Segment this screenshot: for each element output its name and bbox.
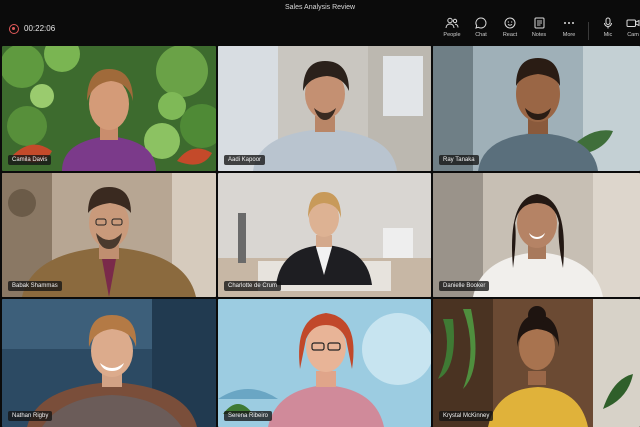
mic-icon: [603, 17, 613, 29]
video-feed-danielle: [433, 173, 640, 297]
toolbar-divider: [588, 22, 589, 40]
more-icon: [563, 17, 575, 29]
mic-button-label: Mic: [603, 32, 613, 38]
notes-icon: [534, 17, 545, 29]
people-button-label: People: [443, 32, 461, 38]
video-feed-babak: [2, 173, 216, 297]
participant-tile[interactable]: Nathan Rigby: [2, 299, 216, 427]
participant-name: Aadi Kapoor: [224, 155, 266, 165]
more-button-label: More: [562, 32, 576, 38]
chat-button[interactable]: Chat: [469, 17, 493, 38]
mic-button[interactable]: Mic: [596, 17, 620, 38]
participant-name: Serena Ribeiro: [224, 411, 273, 421]
chat-button-label: Chat: [475, 32, 487, 38]
more-button[interactable]: More: [557, 17, 581, 38]
participant-tile[interactable]: Charlotte de Crum: [218, 173, 431, 297]
participant-name: Camila Davis: [8, 155, 52, 165]
participant-name: Charlotte de Crum: [224, 281, 282, 291]
avatar-video-krystal: [433, 299, 640, 427]
participant-name: Krystal McKinney: [439, 411, 494, 421]
video-gallery: Camila Davis Aadi Kapoor Ray Tanaka Baba…: [0, 46, 640, 427]
video-feed-charlotte: [218, 173, 431, 297]
participant-name: Babak Shammas: [8, 281, 62, 291]
meeting-toolbar: 00:22:06 People Chat React Notes More Mi…: [0, 14, 640, 44]
participant-tile[interactable]: Aadi Kapoor: [218, 46, 431, 171]
participant-tile[interactable]: Krystal McKinney: [433, 299, 640, 427]
video-feed-nathan: [2, 299, 216, 427]
participant-tile[interactable]: Danielle Booker: [433, 173, 640, 297]
avatar-video-serena: [218, 299, 431, 427]
react-icon: [504, 17, 517, 29]
people-icon: [445, 17, 459, 29]
camera-button[interactable]: Cam: [621, 17, 640, 38]
avatar-video-camila: [2, 46, 216, 171]
react-button-label: React: [502, 32, 518, 38]
people-button[interactable]: People: [440, 17, 464, 38]
window-titlebar: Sales Analysis Review: [0, 0, 640, 14]
camera-icon: [626, 17, 640, 29]
camera-button-label: Cam: [627, 32, 639, 38]
react-button[interactable]: React: [498, 17, 522, 38]
participant-tile[interactable]: Ray Tanaka: [433, 46, 640, 171]
participant-tile[interactable]: Camila Davis: [2, 46, 216, 171]
participant-tile[interactable]: Babak Shammas: [2, 173, 216, 297]
meeting-timer: 00:22:06: [24, 24, 56, 33]
video-feed-aadi: [218, 46, 431, 171]
avatar-video-ray: [433, 46, 640, 171]
chat-icon: [475, 17, 487, 29]
notes-button-label: Notes: [531, 32, 547, 38]
window-title: Sales Analysis Review: [284, 3, 356, 11]
participant-name: Ray Tanaka: [439, 155, 479, 165]
notes-button[interactable]: Notes: [527, 17, 551, 38]
recording-icon: [9, 24, 19, 34]
participant-name: Danielle Booker: [439, 281, 490, 291]
participant-name: Nathan Rigby: [8, 411, 53, 421]
participant-tile[interactable]: Serena Ribeiro: [218, 299, 431, 427]
